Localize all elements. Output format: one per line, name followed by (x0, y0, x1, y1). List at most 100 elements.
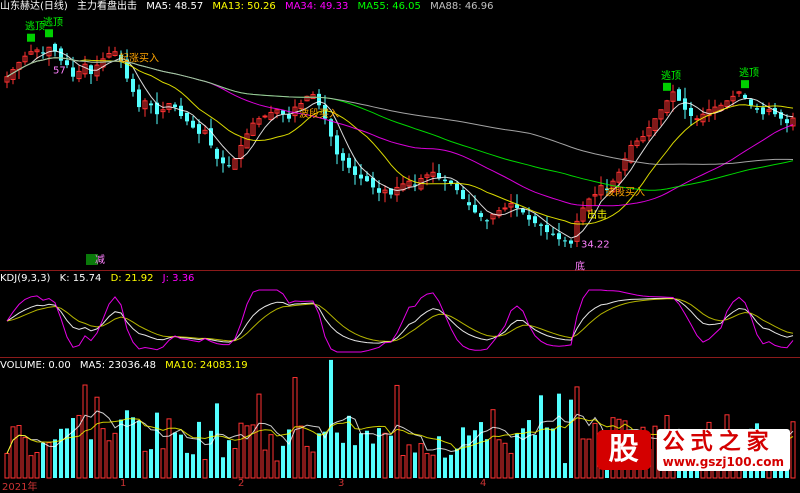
volume-bar (202, 459, 208, 479)
volume-bar (521, 428, 525, 478)
volume-bar (221, 457, 225, 478)
volume-bar (430, 454, 436, 479)
volume-bar (515, 433, 519, 478)
volume-bar (437, 436, 441, 478)
x-axis-month-1: 1 (120, 478, 127, 489)
volume-bar (179, 434, 183, 478)
ma-line-ma13 (6, 57, 794, 225)
annotation-label: 起涨买入 (119, 53, 159, 65)
volume-bar (563, 463, 567, 478)
candle-body (71, 67, 75, 77)
volume-bar (209, 430, 213, 478)
candle-body (191, 120, 195, 128)
candle-body (563, 240, 567, 242)
candle-body (743, 94, 747, 99)
candle-body (197, 124, 201, 134)
volume-bar (106, 440, 112, 479)
top-signal-marker (27, 33, 35, 42)
candle-body (173, 104, 177, 108)
volume-bar (22, 437, 28, 479)
volume-bar (527, 420, 531, 478)
volume-bar (418, 443, 424, 479)
volume-bar (365, 430, 369, 478)
kdj-line-j (6, 289, 794, 353)
volume-bar (59, 428, 63, 478)
volume-bar (137, 420, 141, 478)
volume-bar (502, 442, 508, 479)
candle-body (377, 188, 381, 193)
volume-bar (310, 451, 316, 479)
candle-body (479, 213, 483, 217)
volume-bar (4, 452, 10, 479)
candle-body (485, 220, 489, 222)
volume-bar (455, 448, 459, 478)
volume-bar (389, 435, 393, 478)
volume-bar (545, 427, 549, 478)
volume-bar (34, 452, 40, 479)
candle-body (131, 78, 135, 92)
volume-bar (304, 445, 310, 479)
candle-body (359, 174, 363, 179)
volume-bar (142, 450, 148, 479)
volume-bar (461, 427, 465, 478)
watermark-url: www.gszj100.com (662, 455, 784, 469)
candle-body (694, 118, 700, 121)
top-signal-marker (45, 29, 53, 38)
volume-bar (173, 432, 177, 478)
volume-bar (449, 454, 453, 478)
candle-body (677, 89, 681, 101)
volume-bar (191, 454, 195, 478)
candle-body (227, 165, 231, 167)
annotation-label: 出击 (587, 208, 607, 221)
volume-bar (371, 443, 375, 478)
candle-body (353, 166, 357, 175)
candle-body (545, 224, 549, 233)
candle-body (755, 108, 759, 110)
watermark-text: 公式之家 www.gszj100.com (656, 429, 790, 471)
candle-body (749, 99, 753, 106)
volume-bar (382, 432, 388, 479)
volume-bar (71, 418, 75, 478)
volume-bar (400, 455, 406, 479)
volume-bar (569, 399, 573, 478)
candle-body (443, 179, 447, 182)
candle-body (221, 157, 225, 164)
volume-bar (580, 438, 586, 479)
annotation-label: 波段买入 (299, 107, 339, 120)
candle-body (455, 183, 459, 191)
watermark-brand: 公式之家 (662, 430, 775, 455)
candle-body (761, 107, 765, 115)
volume-bar (131, 417, 135, 478)
candle-body (317, 93, 321, 106)
x-axis-month-2: 2 (238, 478, 245, 489)
volume-bar (394, 384, 400, 479)
candle-body (569, 240, 573, 244)
volume-bar (281, 445, 285, 478)
candle-body (215, 148, 219, 159)
annotation-label: 逃顶 (43, 15, 63, 28)
candle-body (281, 110, 285, 115)
volume-bar (268, 434, 274, 479)
volume-bar (353, 445, 357, 478)
volume-bar (227, 440, 231, 478)
volume-bar (539, 395, 543, 478)
candle-body (467, 202, 471, 206)
volume-bar (335, 432, 339, 478)
volume-bar (467, 435, 471, 478)
volume-bar (244, 425, 250, 479)
volume-bar (232, 448, 238, 479)
candle-body (551, 233, 555, 235)
volume-bar (149, 449, 153, 478)
candle-body (461, 190, 465, 200)
volume-bar (94, 396, 100, 479)
annotation-label: 57 (53, 65, 66, 76)
volume-bar (406, 444, 412, 479)
annotation-label: 逃顶 (739, 66, 759, 79)
volume-bar (496, 439, 502, 479)
volume-bar (112, 432, 118, 479)
top-signal-marker (663, 82, 671, 91)
candle-body (41, 52, 45, 54)
annotation-label: 波段买入 (605, 186, 645, 199)
annotation-label: 逃顶 (25, 20, 45, 33)
annotation-label: 底 (575, 260, 585, 273)
